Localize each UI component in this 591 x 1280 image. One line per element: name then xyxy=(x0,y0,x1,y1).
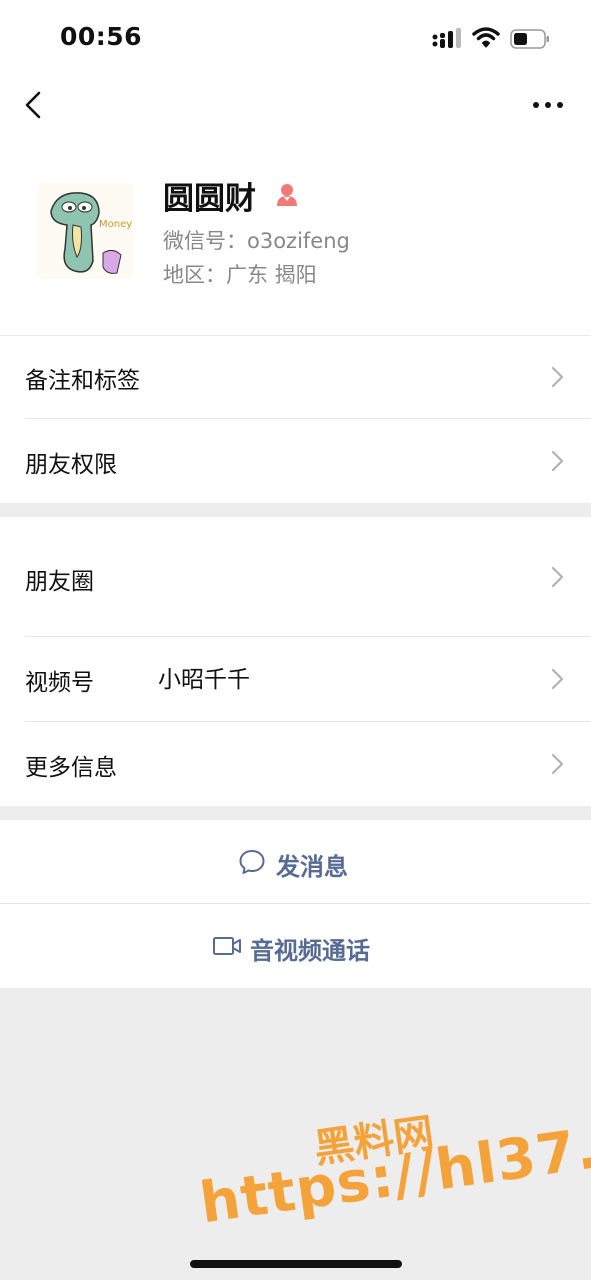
settings-group-1: 备注和标签 朋友权限 xyxy=(0,335,591,503)
female-gender-icon xyxy=(277,184,297,206)
action-group: 发消息 音视频通话 xyxy=(0,820,591,988)
wechat-id: 微信号：o3ozifeng xyxy=(163,229,350,253)
send-message-button[interactable]: 发消息 xyxy=(0,820,591,904)
row-channels[interactable]: 视频号 小昭千千 xyxy=(0,637,591,721)
chevron-right-icon xyxy=(551,366,564,388)
status-bar: 00:56 xyxy=(0,0,591,75)
video-call-label: 音视频通话 xyxy=(250,937,370,965)
more-options-icon[interactable] xyxy=(530,93,566,117)
avatar-money-text: Money! $$ xyxy=(99,219,133,230)
send-message-label: 发消息 xyxy=(276,853,348,881)
row-channels-value: 小昭千千 xyxy=(158,667,250,693)
row-friend-permissions-label: 朋友权限 xyxy=(25,452,117,478)
video-call-button[interactable]: 音视频通话 xyxy=(0,904,591,988)
battery-icon xyxy=(510,29,549,49)
chevron-right-icon xyxy=(551,450,564,472)
chevron-right-icon xyxy=(551,753,564,775)
back-arrow-icon[interactable] xyxy=(20,87,50,123)
video-camera-icon xyxy=(213,937,241,955)
region: 地区：广东 揭阳 xyxy=(163,263,317,287)
row-moments[interactable]: 朋友圈 xyxy=(0,517,591,636)
row-remarks-tags[interactable]: 备注和标签 xyxy=(0,335,591,419)
avatar[interactable]: Money! $$ xyxy=(37,183,133,279)
avatar-illustration: Money! $$ xyxy=(37,183,133,279)
contact-name: 圆圆财 xyxy=(163,181,256,217)
cellular-signal-icon xyxy=(432,28,461,48)
row-more-info-label: 更多信息 xyxy=(25,755,117,781)
wifi-icon xyxy=(472,27,500,48)
navigation-bar xyxy=(0,75,591,135)
settings-group-2: 朋友圈 视频号 小昭千千 更多信息 xyxy=(0,517,591,806)
chevron-right-icon xyxy=(551,668,564,690)
row-friend-permissions[interactable]: 朋友权限 xyxy=(0,419,591,503)
chat-bubble-icon xyxy=(239,850,265,874)
home-indicator[interactable] xyxy=(190,1260,402,1268)
row-more-info[interactable]: 更多信息 xyxy=(0,722,591,806)
profile-header: Money! $$ 圆圆财 微信号：o3ozifeng 地区：广东 揭阳 xyxy=(0,135,591,335)
row-moments-label: 朋友圈 xyxy=(25,569,94,595)
status-time: 00:56 xyxy=(60,22,143,51)
row-remarks-tags-label: 备注和标签 xyxy=(25,368,140,394)
chevron-right-icon xyxy=(551,566,564,588)
row-channels-label: 视频号 xyxy=(25,670,94,696)
